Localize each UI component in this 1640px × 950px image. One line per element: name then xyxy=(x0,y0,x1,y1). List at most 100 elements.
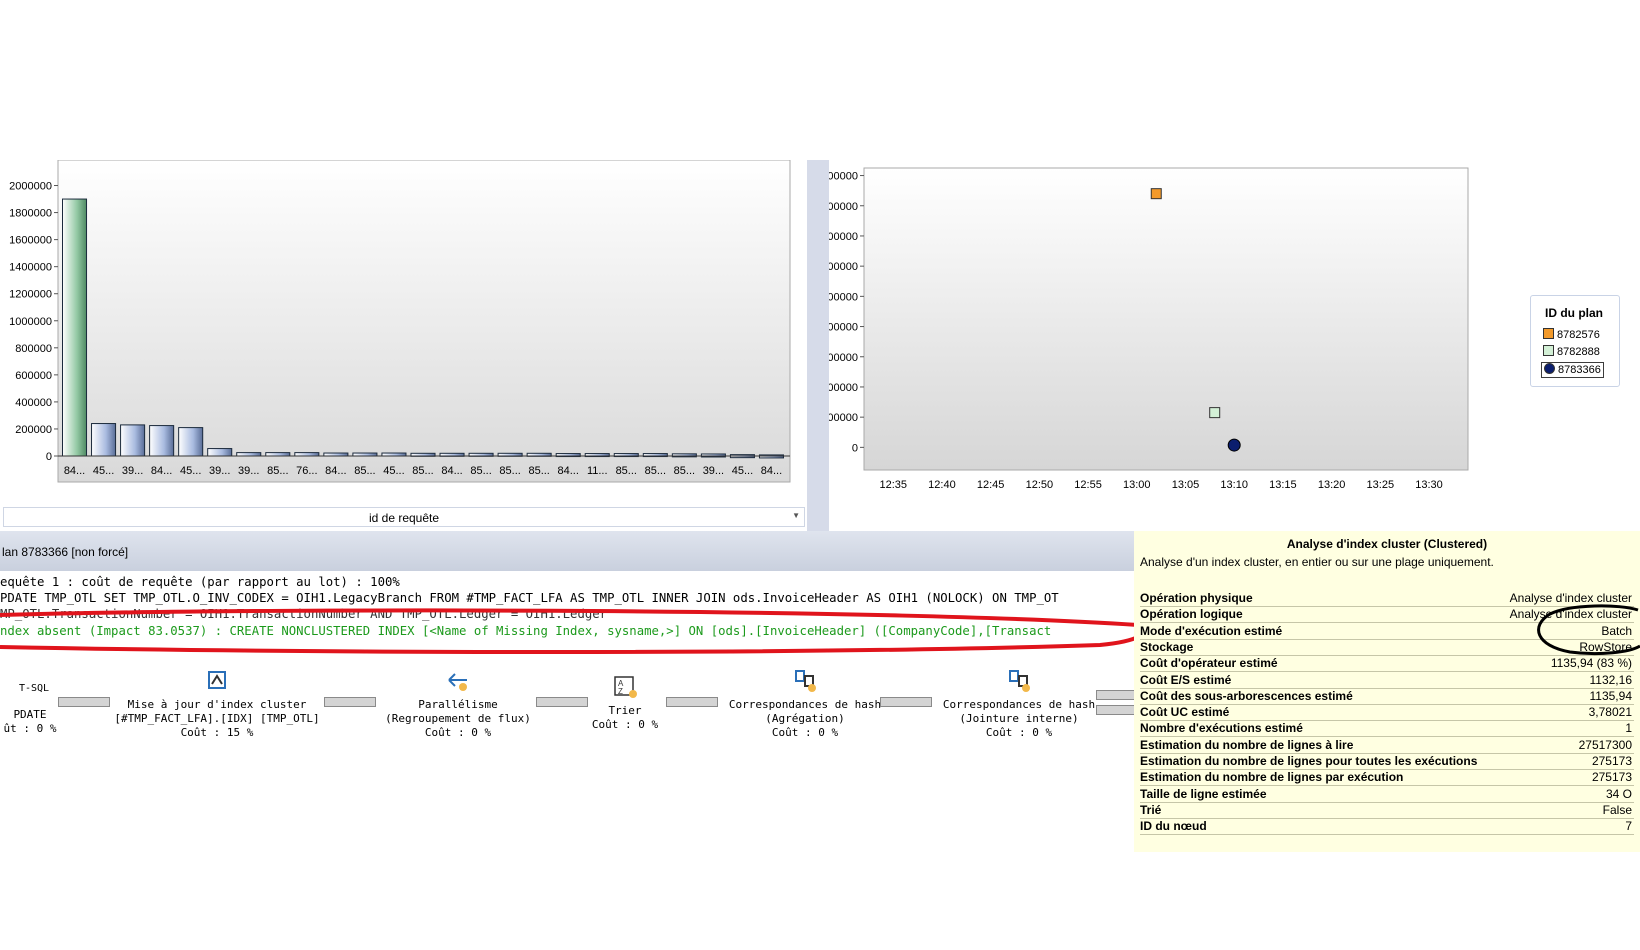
tooltip-row-value: 1132,16 xyxy=(1589,672,1633,687)
y-tick-label: 400000 xyxy=(829,382,858,394)
x-tick-label: 11... xyxy=(587,465,608,477)
plan-flow-arrow xyxy=(58,697,110,707)
tooltip-row-key: Estimation du nombre de lignes par exécu… xyxy=(1140,770,1404,785)
x-tick-label: 84... xyxy=(557,465,578,477)
scatter-point xyxy=(1209,407,1221,419)
chevron-down-icon[interactable]: ▼ xyxy=(792,511,800,520)
plan-flow-arrow xyxy=(880,697,932,707)
plan-flow-arrow xyxy=(1096,705,1136,715)
x-tick-label: 85... xyxy=(354,465,375,477)
plan-node-sort[interactable]: A Z Trier Coût : 0 % xyxy=(590,674,660,732)
bar xyxy=(700,453,726,458)
plan-legend: ID du plan 8782576 8782888 8783366 xyxy=(1530,295,1620,387)
tooltip-row-key: Coût des sous-arborescences estimé xyxy=(1140,688,1353,703)
x-tick-label: 39... xyxy=(122,465,143,477)
y-tick-label: 600000 xyxy=(829,352,858,364)
y-tick-label: 1200000 xyxy=(9,289,52,301)
bar xyxy=(294,452,320,457)
tooltip-row: Nombre d'exécutions estimé 1 xyxy=(1140,719,1634,738)
y-tick-label: 1600000 xyxy=(9,235,52,247)
legend-item-8782576[interactable]: 8782576 xyxy=(1543,328,1600,342)
tooltip-row-value: False xyxy=(1602,802,1632,817)
bar xyxy=(178,427,204,457)
svg-text:Z: Z xyxy=(618,687,623,696)
x-tick-label: 85... xyxy=(499,465,520,477)
tooltip-row: Estimation du nombre de lignes pour tout… xyxy=(1140,752,1634,770)
tooltip-row-value: 34 O xyxy=(1605,786,1632,801)
query-bar-chart: 0 200000 400000 600000 800000 1000000 1200000 1… xyxy=(9,160,791,483)
legend-swatch xyxy=(1544,363,1555,374)
plan-header-bar: lan 8783366 [non forcé] xyxy=(0,531,1140,571)
bar xyxy=(236,452,262,457)
tooltip-row: Estimation du nombre de lignes à lire 275… xyxy=(1140,736,1634,754)
tooltip-row-key: Estimation du nombre de lignes pour tout… xyxy=(1140,754,1478,768)
tooltip-row: Estimation du nombre de lignes par exécu… xyxy=(1140,768,1634,787)
x-tick-label: 84... xyxy=(441,465,462,477)
hash-match-icon xyxy=(795,670,816,692)
x-tick-label: 85... xyxy=(470,465,491,477)
x-tick-label: 12:45 xyxy=(977,479,1005,491)
x-tick-label: 85... xyxy=(528,465,549,477)
legend-item-8783366[interactable]: 8783366 xyxy=(1541,362,1604,378)
y-tick-label: 200000 xyxy=(829,412,858,424)
tooltip-row-value: 3,78021 xyxy=(1588,705,1632,720)
plan-scatter-chart: 0 200000 400000 600000 800000 1000000 1200000 1… xyxy=(829,167,1469,491)
y-tick-label: 1600000 xyxy=(829,201,858,213)
legend-title: ID du plan xyxy=(1545,306,1603,320)
y-tick-label: 0 xyxy=(46,451,52,463)
bar xyxy=(265,452,291,457)
x-tick-label: 13:05 xyxy=(1172,479,1200,491)
x-tick-label: 84... xyxy=(64,465,85,477)
x-tick-label: 85... xyxy=(412,465,433,477)
tooltip-row: Coût E/S estimé 1132,16 xyxy=(1140,671,1634,689)
x-tick-label: 85... xyxy=(674,465,695,477)
red-highlight-ellipse xyxy=(0,608,1145,654)
plan-node-parallelism[interactable]: Parallélisme (Regroupement de flux) Coût… xyxy=(378,668,538,740)
y-tick-label: 1000000 xyxy=(829,291,858,303)
plan-node-hash-aggregate[interactable]: Correspondances de hash (Agrégation) Coû… xyxy=(720,668,890,740)
index-update-icon xyxy=(208,671,226,689)
y-tick-label: 0 xyxy=(852,442,858,454)
x-tick-label: 85... xyxy=(267,465,288,477)
x-axis-selector-label: id de requête xyxy=(368,511,440,525)
x-tick-label: 12:50 xyxy=(1026,479,1054,491)
y-tick-label: 200000 xyxy=(15,424,52,436)
x-tick-label: 39... xyxy=(703,465,724,477)
x-tick-label: 84... xyxy=(325,465,346,477)
plot-area xyxy=(863,167,1469,471)
x-tick-label: 84... xyxy=(151,465,172,477)
x-tick-label: 12:40 xyxy=(928,479,956,491)
tooltip-row-value: 27517300 xyxy=(1578,737,1632,752)
bar xyxy=(120,424,146,457)
bar xyxy=(91,423,117,457)
tooltip-row-key: Trié xyxy=(1140,802,1162,817)
plan-node-update[interactable]: T-SQL PDATE ût : 0 % xyxy=(0,682,60,736)
tooltip-title: Analyse d'index cluster (Clustered) xyxy=(1286,537,1488,551)
x-tick-label: 39... xyxy=(238,465,259,477)
legend-swatch xyxy=(1543,345,1554,356)
tooltip-row-key: Coût E/S estimé xyxy=(1140,672,1232,687)
y-tick-label: 1800000 xyxy=(829,171,858,183)
x-tick-label: 85... xyxy=(616,465,637,477)
x-axis-selector[interactable]: id de requête ▼ xyxy=(3,507,805,527)
x-tick-label: 45... xyxy=(180,465,201,477)
tooltip-row: Coût UC estimé 3,78021 xyxy=(1140,703,1634,722)
scatter-point xyxy=(1150,188,1162,200)
black-highlight-ellipse xyxy=(1537,604,1640,656)
tooltip-row: Trié False xyxy=(1140,801,1634,819)
tooltip-row-value: 1 xyxy=(1625,721,1632,736)
tooltip-row-key: ID du nœud xyxy=(1140,819,1207,834)
tooltip-row-key: Opération physique xyxy=(1140,591,1253,605)
plan-flow-arrow xyxy=(1096,690,1136,700)
legend-swatch xyxy=(1543,328,1554,339)
x-tick-label: 13:25 xyxy=(1367,479,1395,491)
sort-icon: A Z xyxy=(614,676,637,698)
plan-node-clustered-index-update[interactable]: Mise à jour d'index cluster [#TMP_FACT_L… xyxy=(112,668,322,740)
tsql-icon: T-SQL xyxy=(18,683,50,694)
parallelism-icon xyxy=(448,673,467,691)
bar xyxy=(149,425,175,457)
panel-splitter[interactable] xyxy=(807,160,829,531)
legend-item-8782888[interactable]: 8782888 xyxy=(1543,345,1600,359)
plan-title: lan 8783366 [non forcé] xyxy=(2,545,129,559)
plan-node-hash-join[interactable]: Correspondances de hash (Jointure intern… xyxy=(934,668,1104,740)
